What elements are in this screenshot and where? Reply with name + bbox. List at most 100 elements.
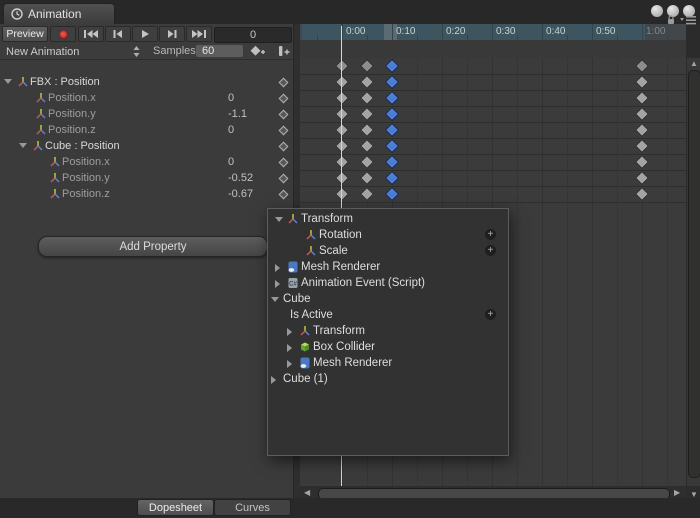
foldout-arrow-icon[interactable] [287, 360, 292, 368]
keyframe[interactable] [360, 187, 374, 201]
popup-item[interactable]: Transform [268, 211, 506, 227]
key-diamond-icon[interactable] [279, 190, 289, 200]
keyframe-selected[interactable] [385, 59, 399, 73]
popup-item[interactable]: Cube [268, 291, 506, 307]
key-diamond-icon[interactable] [279, 158, 289, 168]
property-row[interactable]: Position.y-0.52 [0, 170, 293, 186]
property-row[interactable]: Position.x0 [0, 154, 293, 170]
property-row[interactable]: Position.x0 [0, 90, 293, 106]
add-plus-icon[interactable]: + [485, 309, 496, 320]
record-button[interactable] [50, 26, 76, 42]
window-button-1[interactable] [651, 5, 663, 17]
keyframe[interactable] [635, 91, 649, 105]
keyframe-selected[interactable] [385, 123, 399, 137]
property-group-row[interactable]: FBX : Position [0, 74, 293, 90]
property-value[interactable]: -0.52 [228, 172, 253, 184]
property-value[interactable]: -1.1 [228, 108, 247, 120]
keyframe[interactable] [335, 59, 349, 73]
tab-curves[interactable]: Curves [214, 499, 291, 516]
add-keyframe-button[interactable] [246, 44, 268, 58]
keyframe-selected[interactable] [385, 171, 399, 185]
scroll-left-icon[interactable]: ◀ [304, 489, 310, 497]
property-value[interactable]: 0 [228, 124, 234, 136]
property-value[interactable]: 0 [228, 92, 234, 104]
add-plus-icon[interactable]: + [485, 245, 496, 256]
foldout-arrow-icon[interactable] [287, 328, 292, 336]
clip-dropdown[interactable]: New Animation [0, 44, 148, 59]
keyframe[interactable] [335, 123, 349, 137]
keyframe[interactable] [335, 91, 349, 105]
popup-item[interactable]: Is Active+ [268, 307, 506, 323]
keyframe[interactable] [360, 59, 374, 73]
keyframe[interactable] [635, 139, 649, 153]
add-plus-icon[interactable]: + [485, 229, 496, 240]
add-property-button[interactable]: Add Property [38, 236, 268, 257]
foldout-arrow-icon[interactable] [275, 264, 280, 272]
frame-field[interactable]: 0 [214, 27, 292, 43]
foldout-arrow-icon[interactable] [271, 297, 279, 302]
keyframe-selected[interactable] [385, 107, 399, 121]
next-key-button[interactable] [159, 26, 185, 42]
keyframe[interactable] [635, 155, 649, 169]
key-diamond-icon[interactable] [279, 126, 289, 136]
popup-item[interactable]: Cube (1) [268, 371, 506, 387]
keyframe[interactable] [335, 171, 349, 185]
keyframe-selected[interactable] [385, 91, 399, 105]
foldout-arrow-icon[interactable] [271, 376, 276, 384]
property-group-row[interactable]: Cube : Position [0, 138, 293, 154]
keyframe[interactable] [360, 107, 374, 121]
property-row[interactable]: Position.z-0.67 [0, 186, 293, 202]
key-diamond-icon[interactable] [279, 142, 289, 152]
key-diamond-icon[interactable] [279, 78, 289, 88]
go-to-end-button[interactable] [186, 26, 212, 42]
popup-item[interactable]: Transform [268, 323, 506, 339]
scroll-up-icon[interactable]: ▲ [690, 60, 698, 68]
key-diamond-icon[interactable] [279, 94, 289, 104]
keyframe[interactable] [360, 91, 374, 105]
property-value[interactable]: 0 [228, 156, 234, 168]
keyframe[interactable] [635, 59, 649, 73]
foldout-arrow-icon[interactable] [4, 79, 12, 84]
keyframe[interactable] [360, 139, 374, 153]
property-row[interactable]: Position.y-1.1 [0, 106, 293, 122]
popup-item[interactable]: Mesh Renderer [268, 355, 506, 371]
foldout-arrow-icon[interactable] [275, 280, 280, 288]
vertical-scroll-thumb[interactable] [688, 70, 700, 478]
popup-item[interactable]: C#Animation Event (Script) [268, 275, 506, 291]
keyframe[interactable] [335, 155, 349, 169]
keyframe[interactable] [335, 75, 349, 89]
keyframe[interactable] [360, 123, 374, 137]
preview-button[interactable]: Preview [2, 26, 48, 42]
add-event-button[interactable] [272, 44, 294, 58]
keyframe-selected[interactable] [385, 75, 399, 89]
keyframe[interactable] [360, 171, 374, 185]
tab-dopesheet[interactable]: Dopesheet [137, 499, 214, 516]
foldout-arrow-icon[interactable] [275, 217, 283, 222]
key-diamond-icon[interactable] [279, 174, 289, 184]
property-value[interactable]: -0.67 [228, 188, 253, 200]
keyframe-selected[interactable] [385, 187, 399, 201]
keyframe-selected[interactable] [385, 155, 399, 169]
go-to-begin-button[interactable] [78, 26, 104, 42]
play-button[interactable] [132, 26, 158, 42]
keyframe[interactable] [335, 139, 349, 153]
keyframe[interactable] [335, 107, 349, 121]
property-row[interactable]: Position.z0 [0, 122, 293, 138]
keyframe[interactable] [360, 75, 374, 89]
popup-item[interactable]: Box Collider [268, 339, 506, 355]
keyframe-selected[interactable] [385, 139, 399, 153]
tab-animation[interactable]: Animation [3, 3, 115, 24]
prev-key-button[interactable] [105, 26, 131, 42]
foldout-arrow-icon[interactable] [19, 143, 27, 148]
popup-item[interactable]: Rotation+ [268, 227, 506, 243]
keyframe[interactable] [635, 75, 649, 89]
keyframe[interactable] [635, 107, 649, 121]
samples-field[interactable]: 60 [196, 45, 243, 57]
keyframe[interactable] [335, 187, 349, 201]
keyframe[interactable] [360, 155, 374, 169]
foldout-arrow-icon[interactable] [287, 344, 292, 352]
keyframe[interactable] [635, 123, 649, 137]
time-ruler[interactable]: 0:000:100:200:300:400:501:00 [300, 24, 686, 40]
scroll-right-icon[interactable]: ▶ [674, 489, 680, 497]
keyframe[interactable] [635, 187, 649, 201]
